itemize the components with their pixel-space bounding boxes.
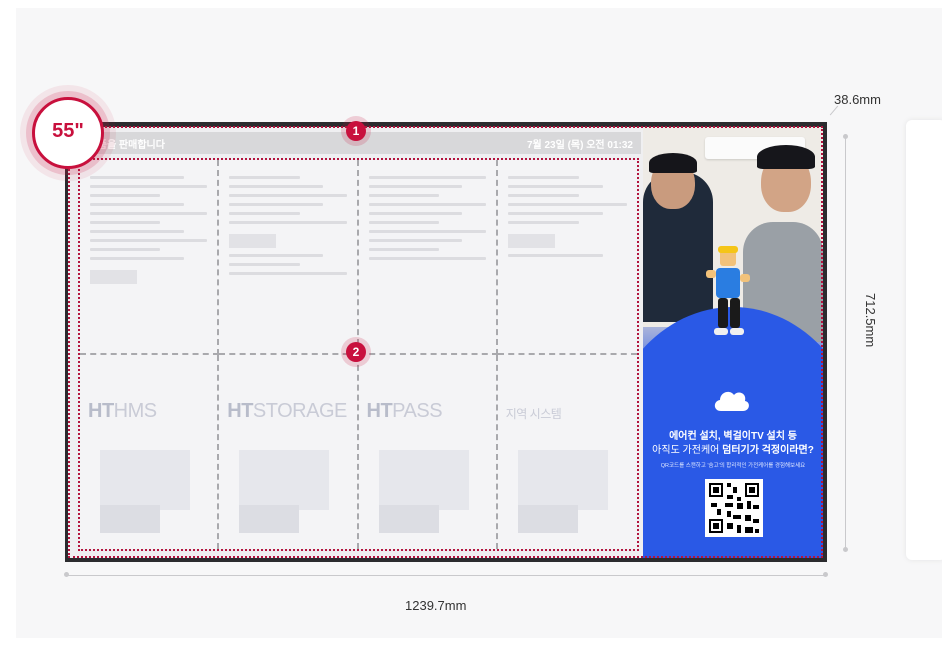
depth-dimension-label: 38.6mm (834, 92, 881, 107)
screen-size-label: 55" (52, 120, 84, 142)
zone-1-marker[interactable]: 1 (346, 121, 366, 141)
side-panel-card (906, 120, 942, 560)
width-dimension-label: 1239.7mm (405, 598, 467, 613)
height-dimension-line (843, 134, 848, 552)
width-dimension-line (64, 572, 828, 577)
screen-size-badge: 55" (32, 97, 104, 169)
height-dimension-label: 712.5mm (863, 293, 878, 348)
zone-2-marker[interactable]: 2 (346, 342, 366, 362)
